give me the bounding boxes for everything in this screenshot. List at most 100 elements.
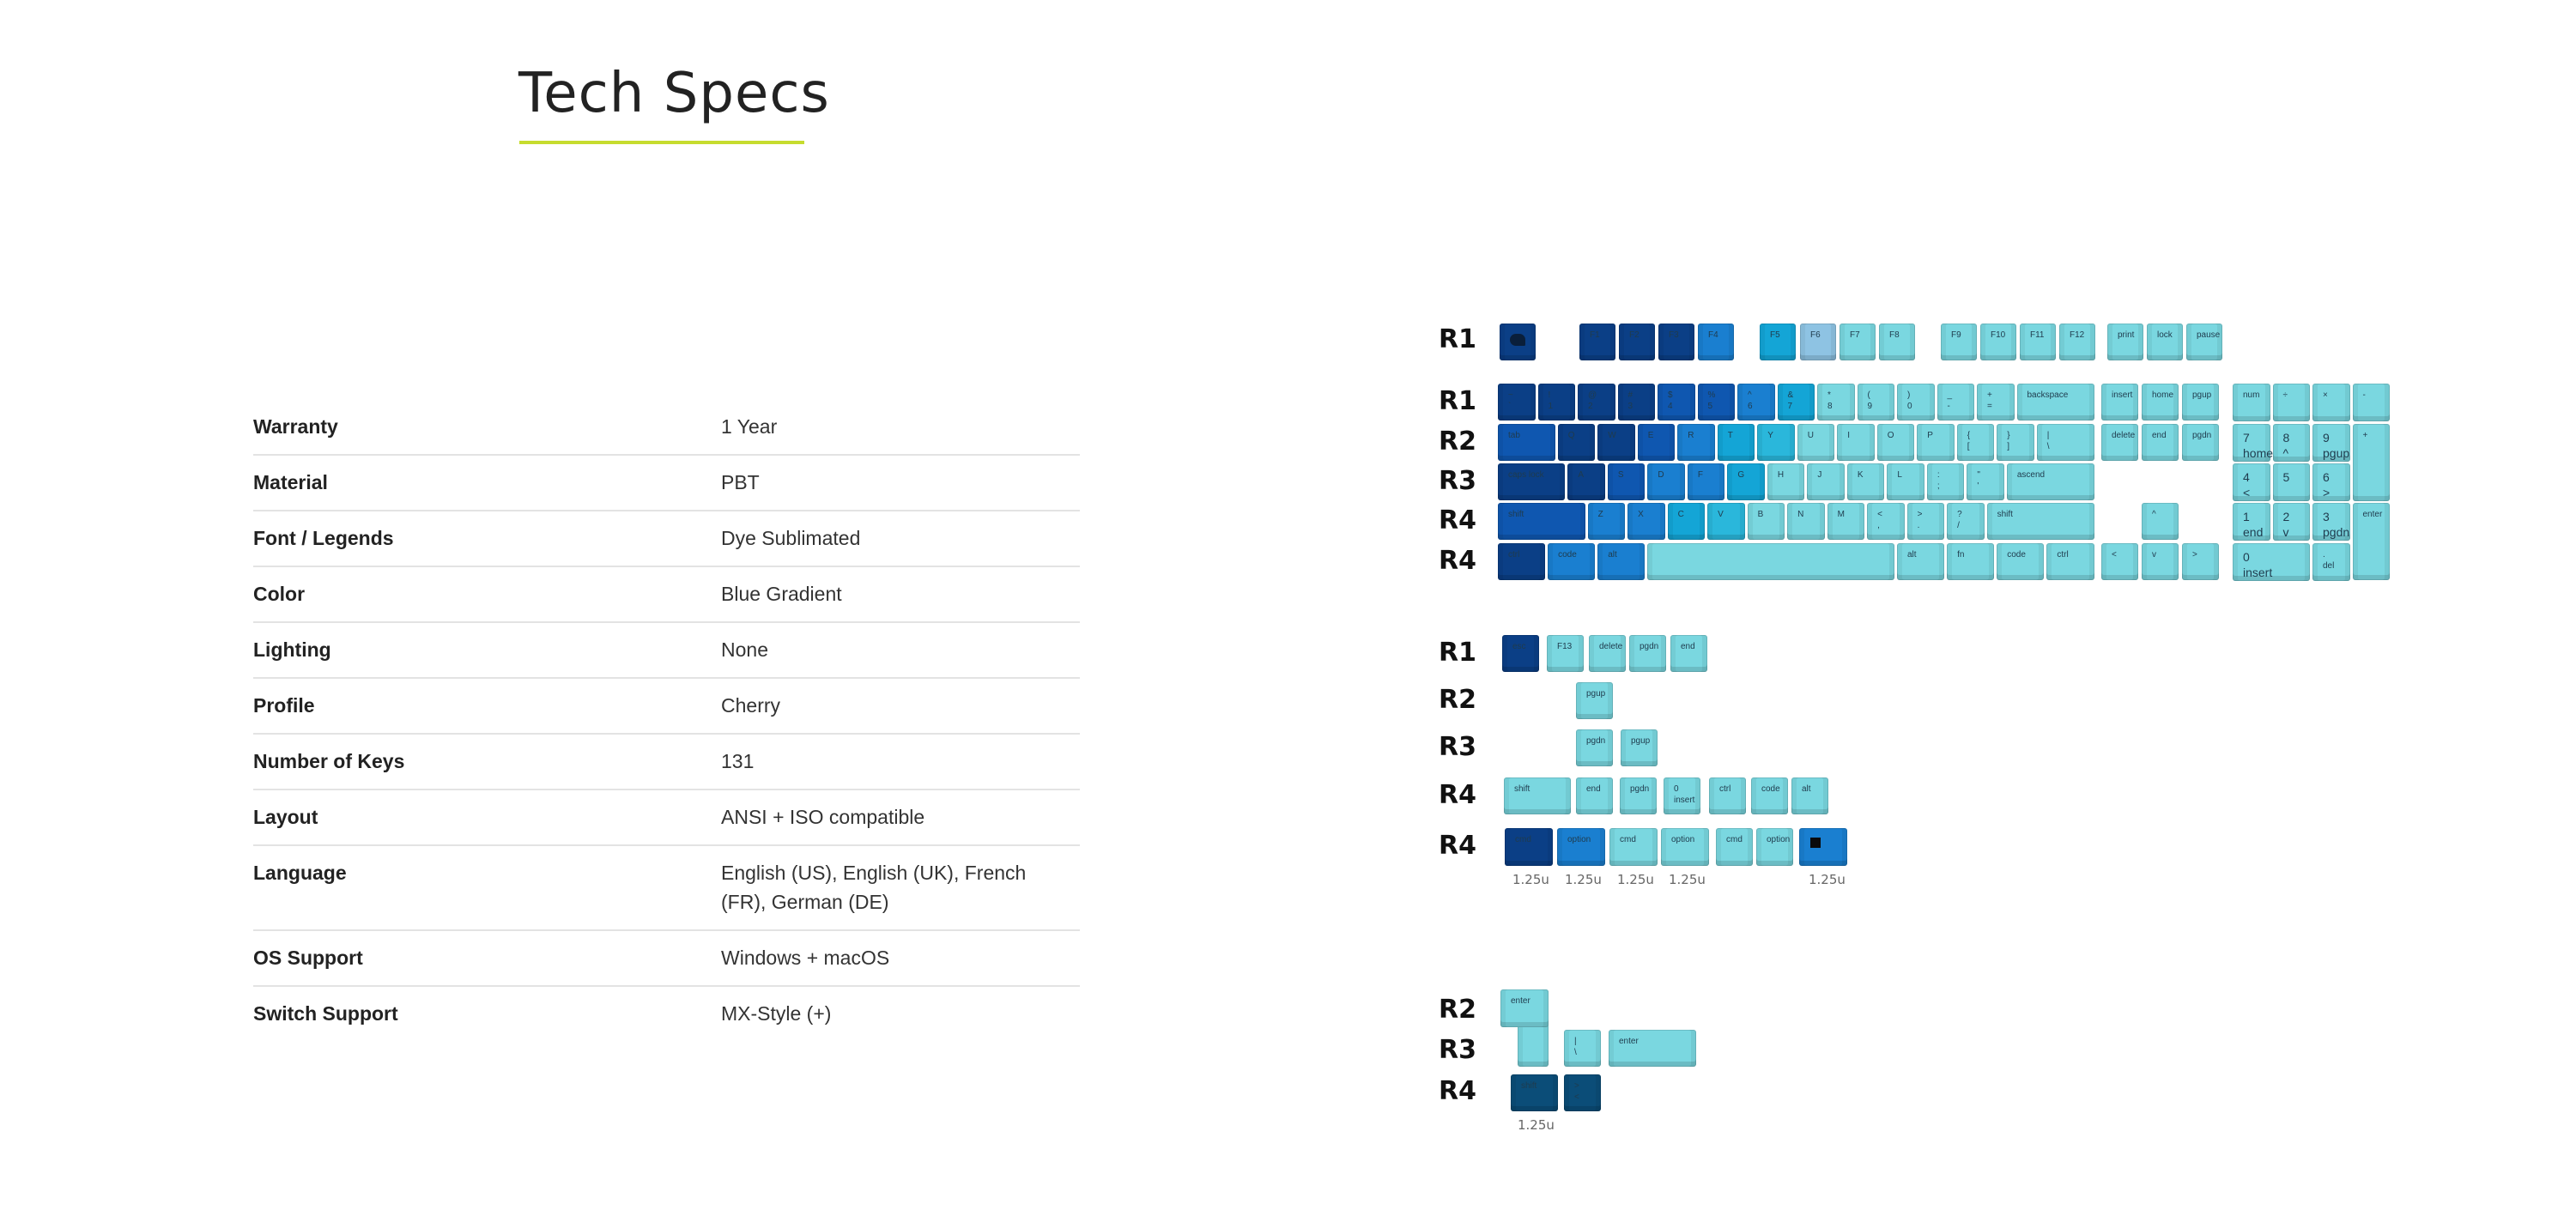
keycap: ? / [1947, 503, 1985, 540]
key-legend: F [1697, 470, 1703, 480]
keycap: alt [1897, 543, 1945, 580]
keycap: 4 < [2233, 463, 2270, 501]
keycap: A [1567, 463, 1605, 500]
keycap: option [1557, 828, 1605, 866]
keycap: delete [2101, 424, 2138, 461]
key-legend: alt [1802, 784, 1811, 794]
key-legend: 6 > [2323, 470, 2331, 499]
key-legend: 0 insert [1674, 784, 1695, 805]
key-legend: 5 [2282, 470, 2290, 484]
keycap: H [1767, 463, 1805, 500]
keycap: Z [1587, 503, 1626, 540]
keycap: F1 [1579, 324, 1615, 360]
key-legend: code [1558, 550, 1577, 560]
key-legend: F7 [1850, 330, 1860, 340]
row-label: R2 [1439, 427, 1476, 457]
key-legend: pgdn [1630, 784, 1650, 794]
brand-logo-icon [1510, 334, 1525, 346]
keycap: 9 pgup [2312, 424, 2350, 462]
keycap: | \ [1564, 1030, 1601, 1067]
key-legend: > < [1574, 1081, 1579, 1102]
keycap [1799, 828, 1847, 866]
keycap: R [1677, 424, 1715, 461]
key-legend: pgup [2192, 390, 2212, 400]
key-legend: option [1567, 835, 1591, 844]
row-label: R3 [1439, 1035, 1476, 1065]
keycap: E [1637, 424, 1676, 461]
key-legend: Q [1567, 431, 1575, 440]
row-label: R2 [1439, 685, 1476, 715]
key-legend: shift [1508, 510, 1524, 519]
key-legend: $ 4 [1668, 390, 1673, 411]
keycap: ascend [2006, 463, 2094, 500]
key-legend: option [1671, 835, 1695, 844]
keycap: F10 [1980, 324, 2016, 360]
key-legend: insert [2112, 390, 2133, 400]
keycap [1647, 543, 1894, 580]
key-legend: pgup [1631, 736, 1651, 746]
keycap: cmd [1716, 828, 1753, 866]
key-legend: Y [1767, 431, 1773, 440]
key-legend: D [1658, 470, 1664, 480]
keycap: option [1756, 828, 1793, 866]
keycap: lock [2147, 324, 2183, 360]
key-legend: + [2362, 431, 2368, 440]
key-legend: | \ [2046, 431, 2050, 451]
keycap: end [2142, 424, 2179, 461]
key-legend: F3 [1669, 330, 1679, 340]
keycap: enter [2352, 503, 2390, 580]
key-legend: 2 v [2282, 510, 2290, 539]
key-legend: ctrl [1719, 784, 1731, 794]
key-legend: 1 end [2243, 510, 2264, 539]
keycap: 6 > [2312, 463, 2350, 501]
keycap: I [1837, 424, 1875, 461]
key-legend: F6 [1810, 330, 1821, 340]
keycap: enter [1609, 1030, 1696, 1067]
key-legend: # 3 [1627, 390, 1633, 411]
key-legend: P [1927, 431, 1933, 440]
keycap: $ 4 [1658, 384, 1695, 420]
key-legend: < , [1877, 510, 1882, 530]
row-label: R4 [1439, 1076, 1476, 1106]
key-legend: option [1767, 835, 1791, 844]
keycap: * 8 [1817, 384, 1855, 420]
keycap: 0 insert [2233, 543, 2310, 581]
keycap: _ - [1937, 384, 1974, 420]
key-legend: | \ [1574, 1037, 1577, 1057]
keycap: K [1846, 463, 1885, 500]
key-legend: W [1608, 431, 1616, 440]
key-legend: X [1638, 510, 1644, 519]
keycap: pgup [2182, 384, 2219, 420]
keycap: backspace [2016, 384, 2094, 420]
keycap: ) 0 [1897, 384, 1935, 420]
keycap: + [2352, 424, 2390, 501]
keycap: ^ 6 [1737, 384, 1775, 420]
keycap: T [1717, 424, 1755, 461]
key-unit-label: 1.25u [1669, 872, 1706, 887]
key-legend: 7 home [2243, 431, 2274, 460]
key-legend: J [1817, 470, 1822, 480]
row-label: R4 [1439, 831, 1476, 861]
key-legend: fn [1957, 550, 1965, 560]
keycap: S [1607, 463, 1646, 500]
key-legend: enter [2362, 510, 2383, 519]
key-legend: R [1688, 431, 1694, 440]
keycap: F12 [2059, 324, 2095, 360]
keycap: fn [1947, 543, 1995, 580]
key-legend: F5 [1770, 330, 1780, 340]
key-legend: F10 [1991, 330, 2006, 340]
key-legend: shift [1521, 1081, 1537, 1091]
key-legend: C [1677, 510, 1684, 519]
keycap: G [1727, 463, 1765, 500]
key-legend: O [1887, 431, 1894, 440]
key-legend: ^ 6 [1748, 390, 1753, 411]
keycap: ctrl [2046, 543, 2094, 580]
keycap: Y [1757, 424, 1795, 461]
key-legend: home [2152, 390, 2174, 400]
key-legend: F1 [1590, 330, 1600, 340]
key-unit-label: 1.25u [1518, 1117, 1555, 1133]
keycap: X [1627, 503, 1665, 540]
key-legend: enter [1619, 1037, 1639, 1046]
keycap: F2 [1619, 324, 1655, 360]
keycap: print [2107, 324, 2143, 360]
